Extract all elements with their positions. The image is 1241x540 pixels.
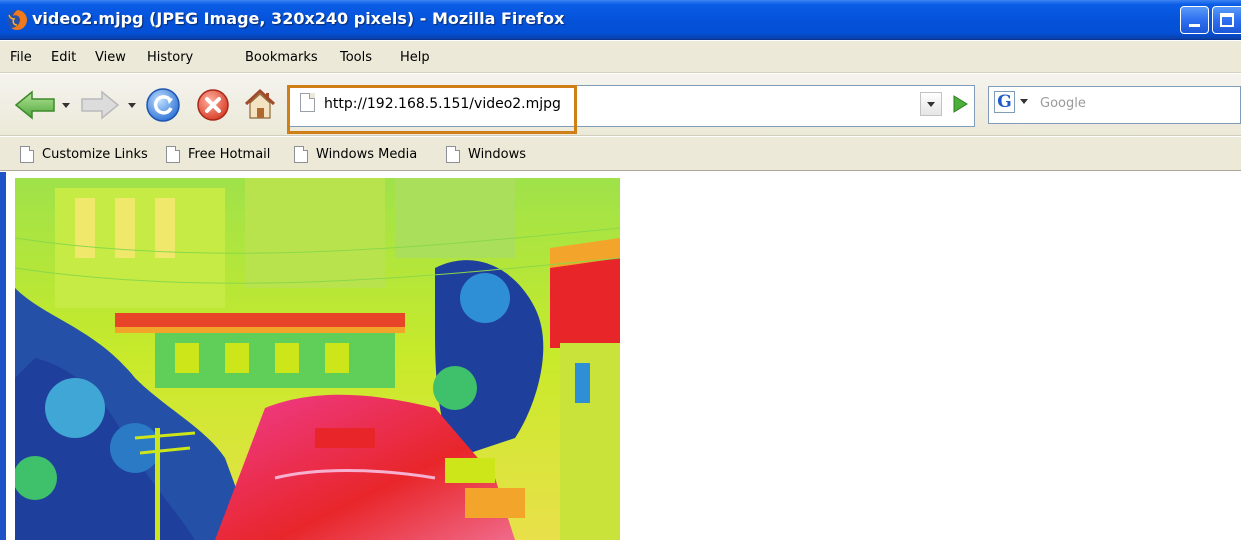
forward-dropdown-icon[interactable] [128, 103, 136, 108]
maximize-icon [1220, 13, 1234, 27]
maximize-button[interactable] [1212, 6, 1241, 34]
menu-bar: File Edit View History Bookmarks Tools H… [0, 41, 1241, 73]
search-box[interactable] [988, 86, 1241, 124]
menu-edit[interactable]: Edit [51, 50, 76, 65]
search-engine-dropdown-icon[interactable] [1020, 99, 1028, 104]
bookmarks-toolbar: Customize Links Free Hotmail Windows Med… [0, 137, 1241, 171]
minimize-button[interactable] [1180, 6, 1209, 34]
url-input[interactable]: http://192.168.5.151/video2.mjpg [324, 96, 561, 112]
minimize-icon [1189, 24, 1200, 27]
page-icon [300, 93, 315, 112]
forward-arrow-icon[interactable] [80, 90, 120, 120]
window-title: video2.mjpg (JPEG Image, 320x240 pixels)… [32, 9, 565, 28]
page-icon [20, 146, 34, 163]
menu-file[interactable]: File [10, 50, 32, 65]
back-dropdown-icon[interactable] [62, 103, 70, 108]
menu-help[interactable]: Help [400, 50, 430, 65]
bookmark-label: Free Hotmail [188, 147, 271, 162]
menu-history[interactable]: History [147, 50, 193, 65]
search-input[interactable]: Google [1040, 96, 1086, 111]
back-arrow-icon[interactable] [14, 90, 56, 120]
title-bar[interactable]: video2.mjpg (JPEG Image, 320x240 pixels)… [0, 0, 1241, 40]
firefox-icon [7, 10, 27, 30]
page-content [0, 172, 1241, 540]
home-icon[interactable] [242, 86, 278, 122]
url-history-dropdown[interactable] [920, 92, 942, 116]
window-border [0, 172, 6, 540]
reload-icon[interactable] [145, 87, 181, 123]
menu-view[interactable]: View [95, 50, 126, 65]
google-g-icon[interactable]: G [994, 91, 1015, 113]
bookmark-label: Customize Links [42, 147, 148, 162]
bookmark-label: Windows Media [316, 147, 418, 162]
go-icon[interactable] [950, 94, 970, 114]
page-icon [166, 146, 180, 163]
menu-bookmarks[interactable]: Bookmarks [245, 50, 318, 65]
page-icon [294, 146, 308, 163]
thermal-camera-image [15, 178, 620, 540]
chevron-down-icon [927, 102, 935, 107]
bookmark-label: Windows [468, 147, 527, 162]
page-icon [446, 146, 460, 163]
menu-tools[interactable]: Tools [340, 50, 372, 65]
stop-icon[interactable] [196, 88, 230, 122]
